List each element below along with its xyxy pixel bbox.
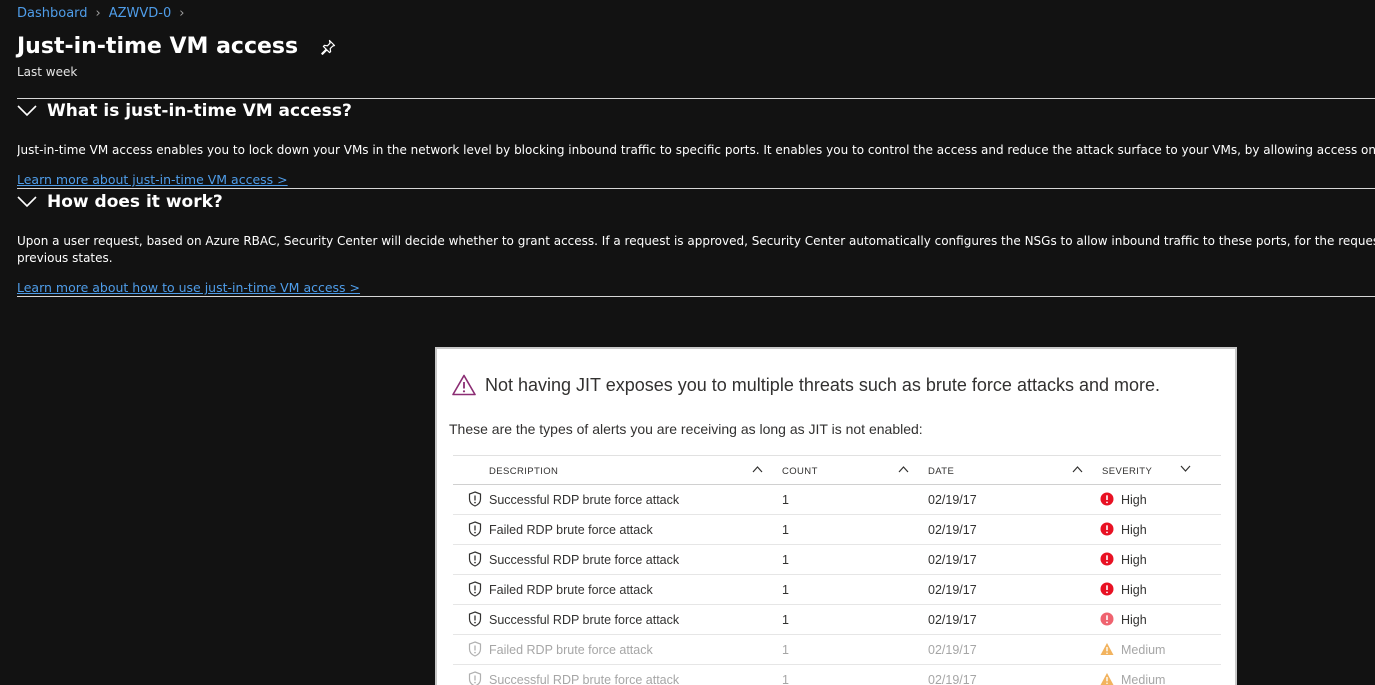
table-header: DESCRIPTION COUNT DATE SEVERITY: [453, 455, 1221, 485]
alert-description: Failed RDP brute force attack: [489, 643, 653, 657]
alert-description: Successful RDP brute force attack: [489, 493, 680, 507]
section-what-is-header[interactable]: What is just-in-time VM access?: [17, 101, 352, 121]
alert-severity: Medium: [1121, 673, 1166, 685]
column-header-description: DESCRIPTION: [489, 466, 559, 477]
section-description-continued: previous states.: [17, 251, 113, 265]
chevron-down-icon: [17, 105, 37, 117]
breadcrumb-dashboard-link[interactable]: Dashboard: [17, 6, 88, 21]
alert-date: 02/19/17: [928, 613, 977, 627]
chevron-up-icon: [898, 466, 909, 473]
alert-count: 1: [782, 583, 789, 597]
page-subtitle: Last week: [17, 65, 78, 79]
section-description: Upon a user request, based on Azure RBAC…: [17, 234, 1375, 248]
learn-more-how-to-link[interactable]: Learn more about how to use just-in-time…: [17, 280, 360, 295]
alert-count: 1: [782, 523, 789, 537]
section-divider: [17, 188, 1375, 189]
page: Dashboard › AZWVD-0 › Just-in-time VM ac…: [0, 0, 1375, 685]
alerts-subtext: These are the types of alerts you are re…: [449, 421, 923, 437]
table-row: Successful RDP brute force attack 1 02/19/…: [453, 665, 1221, 685]
error-icon: [1100, 552, 1114, 566]
error-icon: [1100, 582, 1114, 596]
table-row: Successful RDP brute force attack 1 02/19/…: [453, 485, 1221, 515]
alert-count: 1: [782, 673, 789, 685]
alert-date: 02/19/17: [928, 493, 977, 507]
alert-description: Failed RDP brute force attack: [489, 583, 653, 597]
shield-icon: [468, 581, 482, 597]
error-icon: [1100, 612, 1114, 626]
alert-count: 1: [782, 493, 789, 507]
alert-date: 02/19/17: [928, 553, 977, 567]
shield-icon: [468, 491, 482, 507]
section-how-it-works-header[interactable]: How does it work?: [17, 192, 223, 212]
chevron-right-icon: ›: [95, 6, 101, 21]
chevron-down-icon: [1180, 465, 1191, 472]
error-icon: [1100, 492, 1114, 506]
table-row: Successful RDP brute force attack 1 02/19/…: [453, 545, 1221, 575]
warning-icon: [452, 374, 476, 396]
alert-severity: High: [1121, 553, 1147, 567]
breadcrumb-vm-link[interactable]: AZWVD-0: [109, 6, 172, 21]
table-row: Successful RDP brute force attack 1 02/19/…: [453, 605, 1221, 635]
section-heading: How does it work?: [47, 192, 223, 212]
column-header-date: DATE: [928, 466, 955, 477]
column-header-severity: SEVERITY: [1102, 466, 1153, 477]
alerts-table: DESCRIPTION COUNT DATE SEVERITY Successf…: [453, 455, 1221, 685]
alert-count: 1: [782, 643, 789, 657]
chevron-down-icon: [17, 196, 37, 208]
threat-warning: Not having JIT exposes you to multiple t…: [452, 374, 1160, 396]
warning-heading: Not having JIT exposes you to multiple t…: [485, 374, 1161, 395]
alert-severity: High: [1121, 523, 1147, 537]
shield-icon: [468, 521, 482, 537]
chevron-right-icon: ›: [179, 6, 185, 21]
learn-more-jit-link[interactable]: Learn more about just-in-time VM access …: [17, 172, 288, 187]
shield-icon: [468, 671, 482, 685]
alert-date: 02/19/17: [928, 583, 977, 597]
error-icon: [1100, 522, 1114, 536]
alert-description: Successful RDP brute force attack: [489, 613, 680, 627]
column-header-count: COUNT: [782, 466, 818, 477]
alert-count: 1: [782, 553, 789, 567]
chevron-up-icon: [752, 466, 763, 473]
table-row: Failed RDP brute force attack 1 02/19/17 Me…: [453, 635, 1221, 665]
shield-icon: [468, 641, 482, 657]
table-row: Failed RDP brute force attack 1 02/19/17 Hi…: [453, 575, 1221, 605]
shield-icon: [468, 551, 482, 567]
title-row: Just-in-time VM access: [17, 34, 336, 59]
alert-date: 02/19/17: [928, 643, 977, 657]
table-body: Successful RDP brute force attack 1 02/19/…: [453, 485, 1221, 685]
jit-threats-illustration: Not having JIT exposes you to multiple t…: [435, 347, 1237, 685]
alert-date: 02/19/17: [928, 673, 977, 685]
page-title: Just-in-time VM access: [17, 34, 299, 59]
section-divider: [17, 98, 1375, 99]
alert-description: Failed RDP brute force attack: [489, 523, 653, 537]
alert-severity: High: [1121, 613, 1147, 627]
section-divider: [17, 296, 1375, 297]
breadcrumb: Dashboard › AZWVD-0 ›: [17, 6, 184, 21]
alert-severity: High: [1121, 583, 1147, 597]
alert-description: Successful RDP brute force attack: [489, 673, 680, 685]
chevron-up-icon: [1072, 466, 1083, 473]
warning-triangle-icon: [1100, 673, 1114, 685]
alert-severity: Medium: [1121, 643, 1166, 657]
section-description: Just-in-time VM access enables you to lo…: [17, 143, 1375, 157]
alert-description: Successful RDP brute force attack: [489, 553, 680, 567]
alert-count: 1: [782, 613, 789, 627]
alert-severity: High: [1121, 493, 1147, 507]
table-row: Failed RDP brute force attack 1 02/19/17 Hi…: [453, 515, 1221, 545]
alert-date: 02/19/17: [928, 523, 977, 537]
shield-icon: [468, 611, 482, 627]
pin-icon[interactable]: [320, 39, 336, 55]
warning-triangle-icon: [1100, 643, 1114, 655]
section-heading: What is just-in-time VM access?: [47, 101, 352, 121]
